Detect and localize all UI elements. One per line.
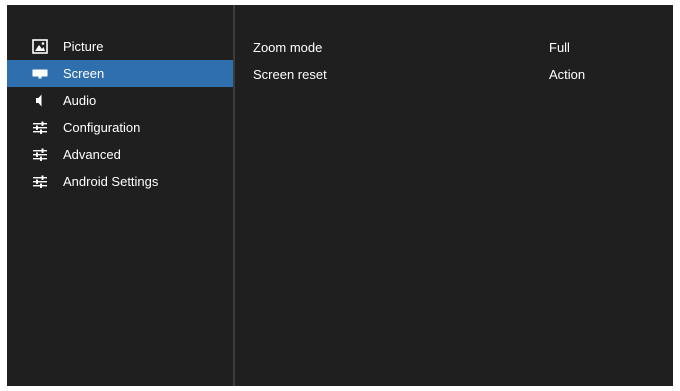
screen-icon: [32, 69, 48, 79]
sidebar-item-label: Picture: [63, 39, 104, 54]
sliders-icon: [33, 121, 47, 134]
panel-divider: [233, 5, 235, 386]
sidebar-item-android-settings[interactable]: Android Settings: [7, 168, 233, 195]
picture-icon: [32, 39, 48, 54]
setting-name: Zoom mode: [253, 40, 323, 55]
sliders-icon: [33, 175, 47, 188]
sidebar-item-label: Android Settings: [63, 174, 159, 189]
sidebar-item-label: Screen: [63, 66, 105, 81]
settings-panel: Zoom mode Full Screen reset Action: [253, 36, 653, 90]
sidebar-item-advanced[interactable]: Advanced: [7, 141, 233, 168]
setting-name: Screen reset: [253, 67, 327, 82]
sidebar-item-picture[interactable]: Picture: [7, 33, 233, 60]
sidebar-item-audio[interactable]: Audio: [7, 87, 233, 114]
setting-row-screen-reset[interactable]: Screen reset Action: [253, 63, 653, 90]
setting-value: Action: [549, 67, 586, 82]
menu-list: Picture Screen Audio Configuration Advan…: [7, 33, 233, 195]
sliders-icon: [33, 148, 47, 161]
sidebar-item-screen[interactable]: Screen: [7, 60, 233, 87]
speaker-icon: [36, 94, 42, 107]
setting-row-zoom-mode[interactable]: Zoom mode Full: [253, 36, 653, 63]
sidebar-item-label: Configuration: [63, 120, 141, 135]
osd-menu-screen: Picture Screen Audio Configuration Advan…: [7, 5, 673, 386]
sidebar-item-configuration[interactable]: Configuration: [7, 114, 233, 141]
sidebar-item-label: Audio: [63, 93, 97, 108]
sidebar-item-label: Advanced: [63, 147, 121, 162]
setting-value: Full: [549, 40, 570, 55]
sidebar-menu: Picture Screen Audio Configuration Advan…: [7, 5, 233, 386]
